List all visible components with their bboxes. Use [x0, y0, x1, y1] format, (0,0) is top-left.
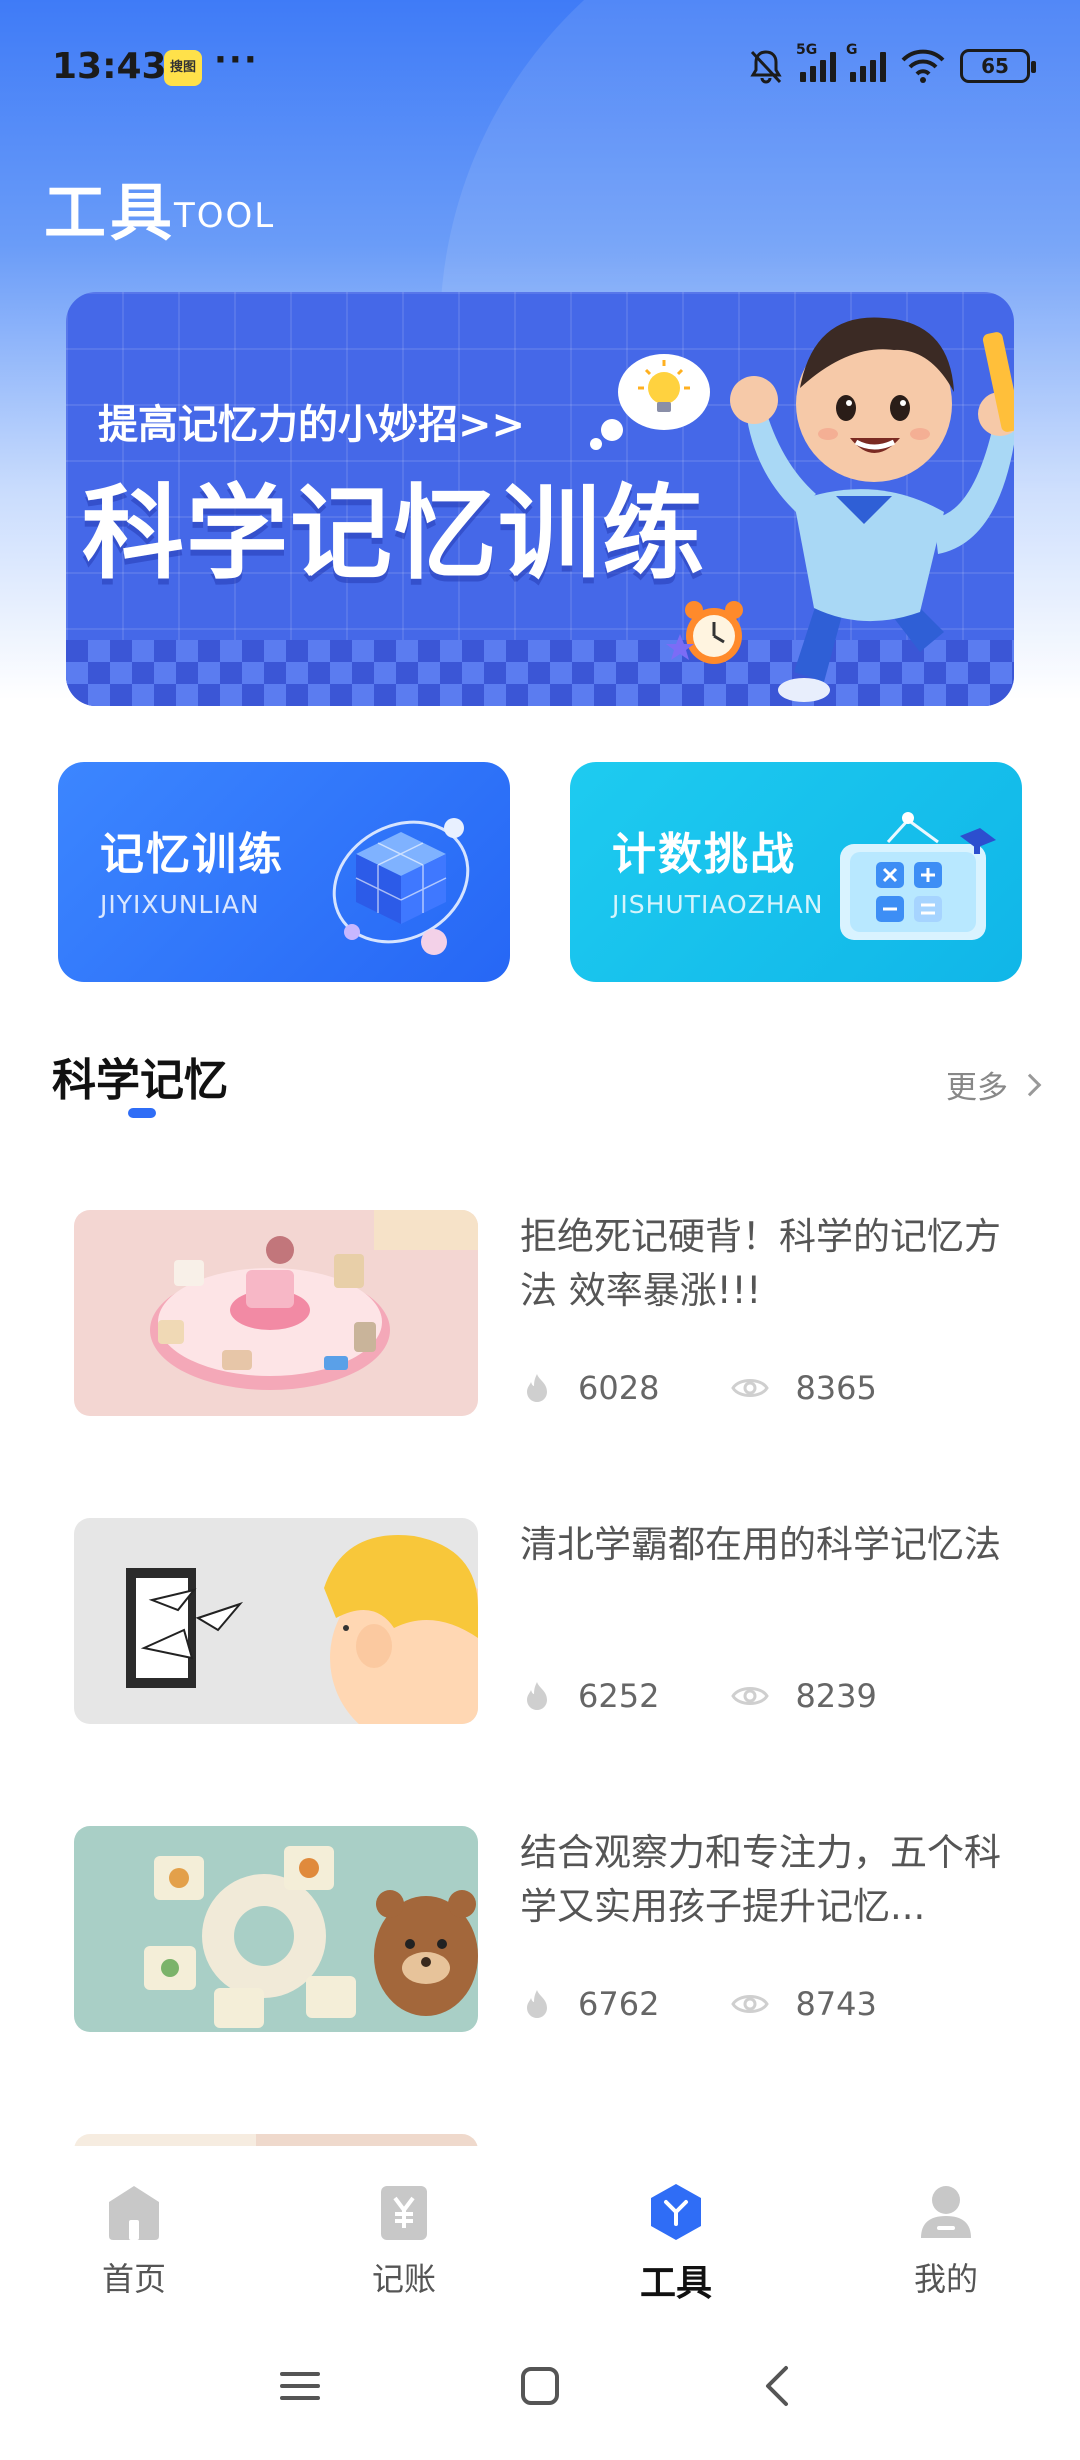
section-title-underline: [128, 1108, 156, 1118]
tab-home-label: 首页: [101, 2260, 166, 2298]
more-notifications-icon: ···: [214, 40, 259, 80]
article-item[interactable]: 拒绝死记硬背！科学的记忆方法 效率暴涨!!! 6028 8365: [0, 1210, 1080, 1420]
signal-5g-icon: 5G: [796, 42, 836, 82]
memory-training-card[interactable]: 记忆训练 JIYIXUNLIAN: [58, 762, 510, 982]
more-link-label: 更多: [946, 1070, 1008, 1106]
tab-tools[interactable]: 工具: [606, 2182, 746, 2304]
banner-tagline: 提高记忆力的小妙招>>: [98, 402, 526, 448]
back-icon[interactable]: [748, 2356, 808, 2416]
wifi-icon: [901, 49, 945, 83]
article-title: 清北学霸都在用的科学记忆法: [520, 1523, 1001, 1566]
fire-icon: [527, 1990, 547, 2018]
home-square-icon[interactable]: [510, 2356, 570, 2416]
mute-bell-icon: [750, 50, 782, 84]
memory-training-subtitle: JIYIXUNLIAN: [100, 890, 260, 919]
tab-profile-label: 我的: [913, 2260, 978, 2298]
view-count: 8365: [795, 1369, 877, 1407]
article-title: 拒绝死记硬背！科学的记忆方法 效率暴涨!!!: [520, 1215, 1001, 1312]
counting-challenge-title: 计数挑战: [612, 829, 796, 880]
hot-count: 6252: [578, 1677, 660, 1715]
eye-icon: [731, 1379, 770, 1397]
tab-home[interactable]: 首页: [64, 2182, 204, 2302]
promo-banner[interactable]: 提高记忆力的小妙招>> 科学记忆训练: [66, 292, 1014, 706]
eye-icon: [731, 1995, 770, 2013]
article-thumbnail: [74, 1518, 478, 1724]
article-thumbnail: [74, 1826, 478, 2032]
home-icon: [109, 2186, 159, 2240]
memory-training-title: 记忆训练: [100, 829, 284, 880]
chevron-right-icon: [1018, 1073, 1042, 1096]
cube-icon: [332, 818, 470, 955]
signal-g-icon: G: [846, 42, 886, 82]
cartoon-boy-illustration: [730, 317, 1014, 702]
status-time: 13:43: [52, 46, 167, 87]
article-item[interactable]: 清北学霸都在用的科学记忆法 6252 8239: [0, 1518, 1080, 1728]
banner-headline: 科学记忆训练: [82, 475, 706, 594]
counting-challenge-card[interactable]: 计数挑战 JISHUTIAOZHAN: [570, 762, 1022, 982]
fire-icon: [527, 1682, 547, 1710]
article-stats: 6762 8743: [522, 1985, 877, 2023]
tools-icon: [651, 2184, 701, 2240]
more-link[interactable]: 更多: [946, 1062, 1042, 1107]
article-stats: 6252 8239: [522, 1677, 877, 1715]
profile-icon: [921, 2186, 971, 2238]
page-title: 工具: [44, 176, 177, 249]
eye-icon: [731, 1687, 770, 1705]
status-bar: 13:43 搜图 ··· 5G G 65: [0, 0, 1080, 130]
section-title: 科学记忆: [52, 1055, 228, 1106]
status-icons: 5G G 65: [746, 42, 1036, 88]
tab-tools-label: 工具: [639, 2263, 712, 2304]
ledger-icon: [381, 2186, 427, 2240]
hot-count: 6762: [578, 1985, 660, 2023]
tab-ledger-label: 记账: [371, 2260, 436, 2298]
view-count: 8239: [795, 1677, 877, 1715]
counting-challenge-subtitle: JISHUTIAOZHAN: [612, 890, 824, 919]
fire-icon: [527, 1374, 547, 1402]
battery-icon: 65: [960, 49, 1036, 83]
article-thumbnail: [74, 1210, 478, 1416]
article-title: 结合观察力和专注力，五个科学又实用孩子提升记忆...: [520, 1831, 1001, 1928]
system-navigation-bar: [0, 2310, 1080, 2460]
article-stats: 6028 8365: [522, 1369, 877, 1407]
article-item[interactable]: 结合观察力和专注力，五个科学又实用孩子提升记忆... 6762 8743: [0, 1826, 1080, 2036]
tab-profile[interactable]: 我的: [876, 2182, 1016, 2302]
calculator-board-icon: [840, 812, 996, 940]
lightbulb-icon: [590, 354, 710, 450]
view-count: 8743: [795, 1985, 877, 2023]
page-subtitle: TOOL: [174, 196, 276, 236]
hot-count: 6028: [578, 1369, 660, 1407]
tab-ledger[interactable]: 记账: [334, 2182, 474, 2302]
bottom-tab-bar: 首页 记账 工具 我的: [0, 2146, 1080, 2310]
menu-icon[interactable]: [270, 2356, 330, 2416]
app-notification-icon: 搜图: [164, 50, 202, 86]
